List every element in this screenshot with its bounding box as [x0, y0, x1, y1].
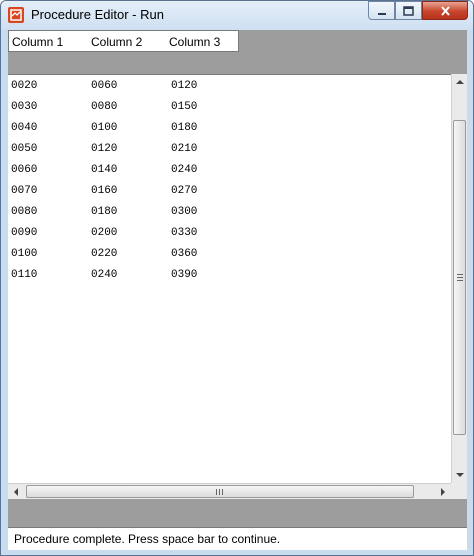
output-area[interactable]: 0020 0060 0120 0030 0080 0150 0040 0100 … [8, 74, 451, 484]
cell-column-3: 0360 [171, 248, 198, 260]
column-headers: Column 1 Column 2 Column 3 [8, 30, 239, 52]
cell-column-3: 0390 [171, 269, 198, 281]
close-icon [440, 5, 450, 16]
grip-line [457, 274, 463, 275]
procedure-editor-window: Procedure Editor - Run Column 1 Column 2… [0, 0, 474, 556]
horizontal-scrollbar[interactable] [8, 483, 451, 499]
cell-column-2: 0220 [91, 248, 118, 260]
cell-column-1: 0050 [11, 143, 38, 155]
cell-column-1: 0030 [11, 101, 38, 113]
client-area: Column 1 Column 2 Column 3 0020 0060 012… [8, 30, 467, 550]
cell-column-3: 0210 [171, 143, 198, 155]
cell-column-3: 0270 [171, 185, 198, 197]
cell-column-1: 0020 [11, 80, 38, 92]
scroll-left-button[interactable] [8, 484, 24, 500]
cell-column-2: 0080 [91, 101, 118, 113]
window-title: Procedure Editor - Run [31, 7, 164, 22]
cell-column-2: 0140 [91, 164, 118, 176]
cell-column-3: 0120 [171, 80, 198, 92]
cell-column-1: 0080 [11, 206, 38, 218]
status-bar: Procedure complete. Press space bar to c… [8, 527, 467, 550]
cell-column-1: 0060 [11, 164, 38, 176]
scroll-down-button[interactable] [452, 467, 468, 483]
cell-column-1: 0040 [11, 122, 38, 134]
grip-line [457, 280, 463, 281]
grip-line [457, 277, 463, 278]
cell-column-1: 0110 [11, 269, 38, 281]
cell-column-2: 0200 [91, 227, 118, 239]
grip-line [219, 489, 220, 495]
vertical-scroll-thumb[interactable] [453, 120, 466, 435]
column-header-3[interactable]: Column 3 [169, 35, 220, 49]
cell-column-3: 0180 [171, 122, 198, 134]
arrow-up-icon [456, 80, 464, 84]
column-header-bar: Column 1 Column 2 Column 3 [8, 30, 467, 74]
grip-line [216, 489, 217, 495]
maximize-button[interactable] [395, 1, 422, 20]
close-button[interactable] [422, 1, 468, 20]
grip-line [222, 489, 223, 495]
cell-column-2: 0180 [91, 206, 118, 218]
cell-column-2: 0160 [91, 185, 118, 197]
cell-column-2: 0120 [91, 143, 118, 155]
scroll-up-button[interactable] [452, 74, 468, 90]
minimize-button[interactable] [368, 1, 395, 20]
arrow-left-icon [14, 488, 18, 496]
arrow-down-icon [456, 473, 464, 477]
scroll-right-button[interactable] [435, 484, 451, 500]
cell-column-3: 0330 [171, 227, 198, 239]
status-text: Procedure complete. Press space bar to c… [14, 532, 281, 546]
app-logo-icon [8, 7, 24, 23]
cell-column-2: 0100 [91, 122, 118, 134]
scrollbar-corner [451, 483, 467, 499]
column-header-1[interactable]: Column 1 [12, 35, 63, 49]
cell-column-2: 0240 [91, 269, 118, 281]
caption-buttons [368, 1, 468, 21]
cell-column-1: 0100 [11, 248, 38, 260]
cell-column-1: 0090 [11, 227, 38, 239]
cell-column-3: 0240 [171, 164, 198, 176]
arrow-right-icon [441, 488, 445, 496]
cell-column-3: 0150 [171, 101, 198, 113]
vertical-scrollbar[interactable] [451, 74, 467, 483]
maximize-icon [403, 5, 414, 16]
cell-column-2: 0060 [91, 80, 118, 92]
cell-column-3: 0300 [171, 206, 198, 218]
column-header-2[interactable]: Column 2 [91, 35, 142, 49]
horizontal-scroll-thumb[interactable] [26, 485, 414, 498]
minimize-icon [377, 12, 386, 15]
cell-column-1: 0070 [11, 185, 38, 197]
title-bar[interactable]: Procedure Editor - Run [1, 1, 473, 30]
